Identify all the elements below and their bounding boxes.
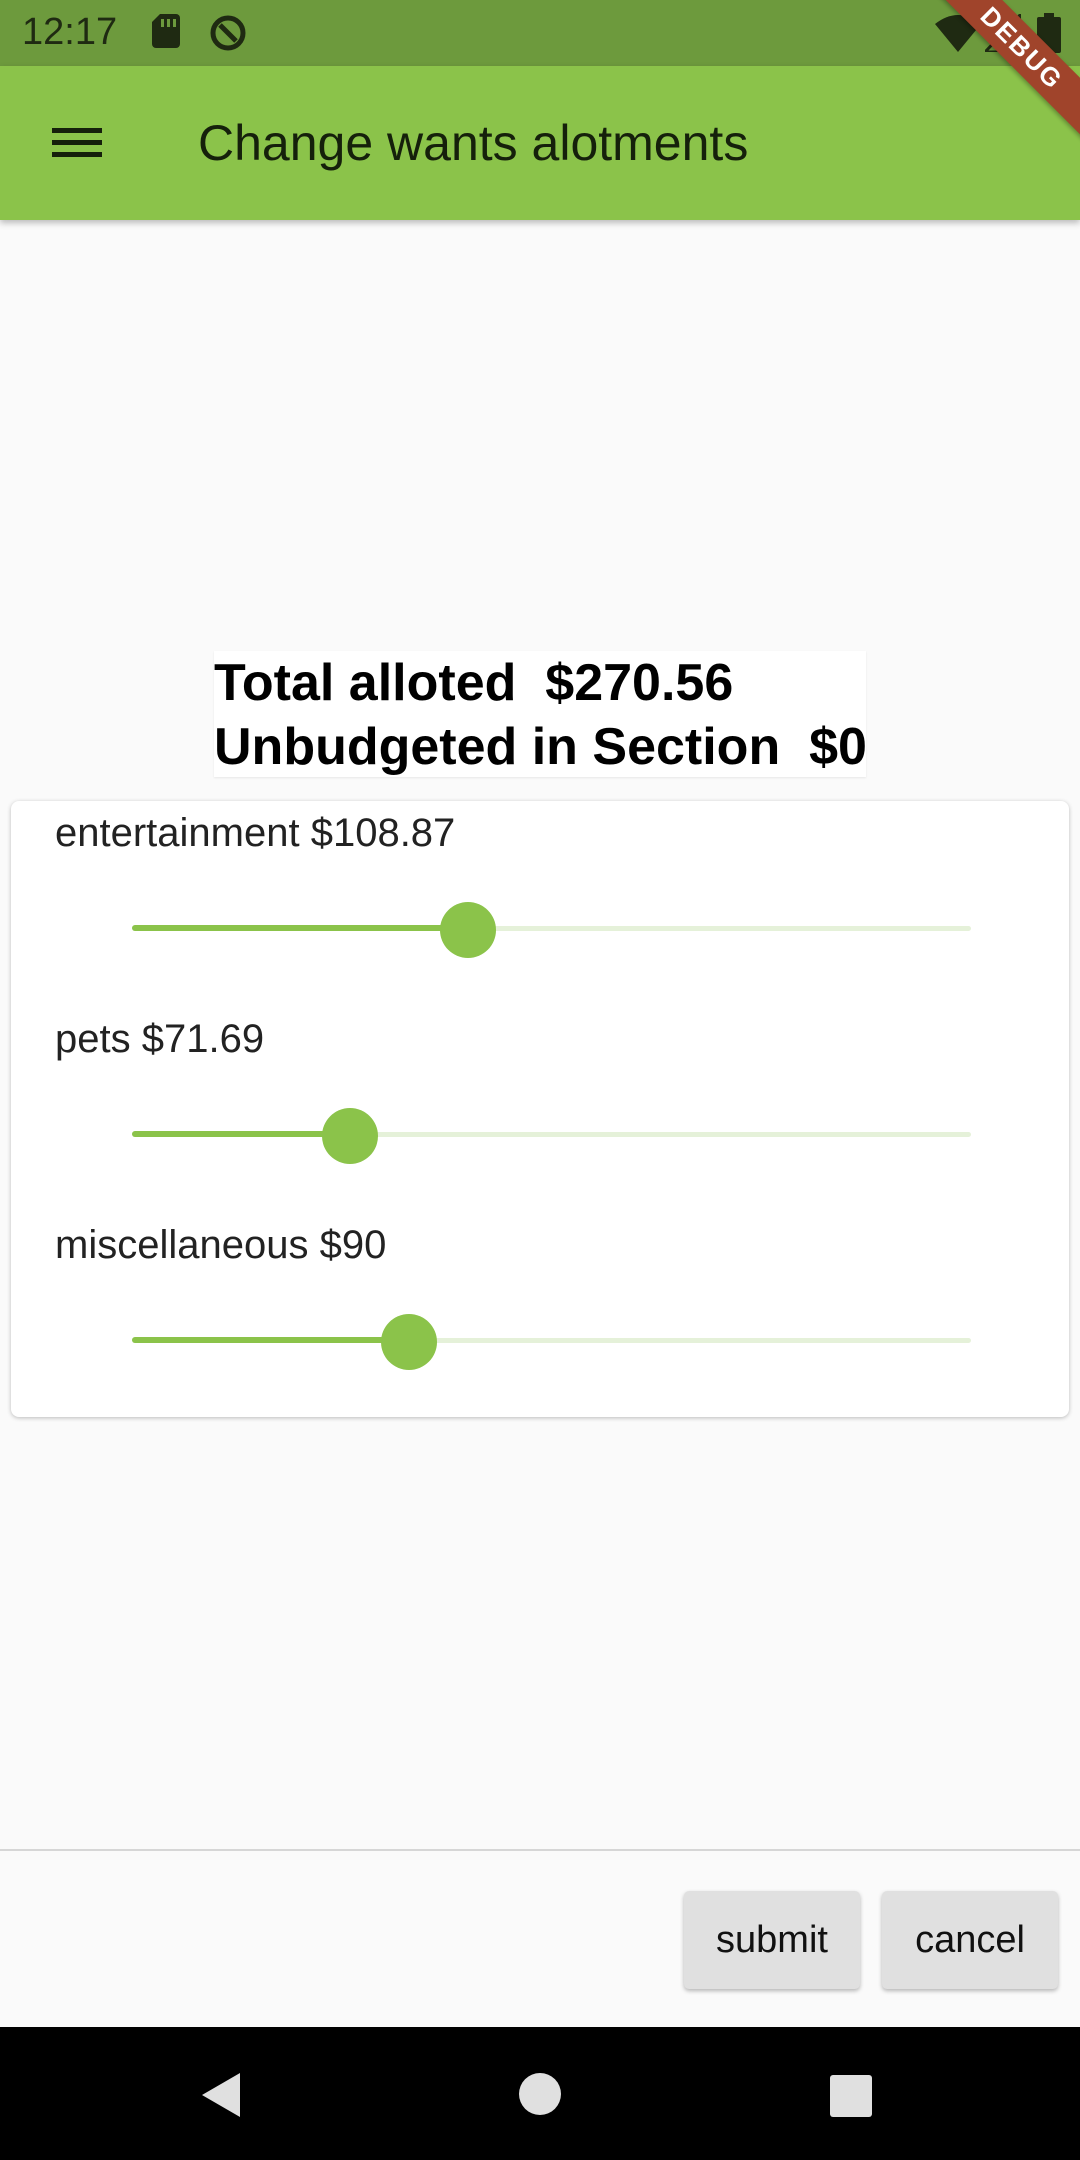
slider-fill bbox=[132, 1337, 409, 1343]
status-bar: 12:17 bbox=[0, 0, 1080, 66]
back-icon[interactable] bbox=[198, 2071, 246, 2119]
unbudgeted-text: Unbudgeted in Section $0 bbox=[214, 718, 867, 776]
app-bar: Change wants alotments bbox=[0, 66, 1080, 220]
home-icon[interactable] bbox=[518, 2072, 562, 2116]
budget-summary: Total alloted $270.56 Unbudgeted in Sect… bbox=[214, 651, 867, 777]
total-alloted-text: Total alloted $270.56 bbox=[214, 654, 734, 712]
slider-miscellaneous[interactable] bbox=[121, 1311, 971, 1371]
slider-label-miscellaneous: miscellaneous $90 bbox=[55, 1223, 387, 1267]
slider-thumb[interactable] bbox=[322, 1108, 379, 1164]
submit-button[interactable]: submit bbox=[684, 1891, 860, 1989]
sd-card-icon bbox=[152, 14, 180, 48]
status-time: 12:17 bbox=[22, 11, 118, 53]
wifi-icon bbox=[935, 15, 981, 52]
recents-icon[interactable] bbox=[829, 2074, 873, 2118]
slider-thumb[interactable] bbox=[380, 1314, 437, 1370]
slider-fill bbox=[132, 1131, 351, 1137]
sync-icon bbox=[210, 15, 246, 51]
system-nav-bar bbox=[0, 2027, 1080, 2160]
page-title: Change wants alotments bbox=[198, 115, 749, 171]
battery-icon bbox=[1037, 13, 1061, 53]
allotment-card: entertainment $108.87 pets $71.69 miscel… bbox=[11, 801, 1069, 1417]
button-bar-divider bbox=[0, 1849, 1080, 1851]
slider-fill bbox=[132, 925, 468, 931]
slider-thumb[interactable] bbox=[439, 902, 496, 958]
cancel-button[interactable]: cancel bbox=[882, 1891, 1058, 1989]
slider-entertainment[interactable] bbox=[121, 899, 971, 959]
menu-icon[interactable] bbox=[50, 123, 104, 163]
signal-icon bbox=[985, 14, 1021, 52]
slider-label-entertainment: entertainment $108.87 bbox=[55, 811, 456, 855]
slider-pets[interactable] bbox=[121, 1105, 971, 1165]
slider-label-pets: pets $71.69 bbox=[55, 1017, 265, 1061]
